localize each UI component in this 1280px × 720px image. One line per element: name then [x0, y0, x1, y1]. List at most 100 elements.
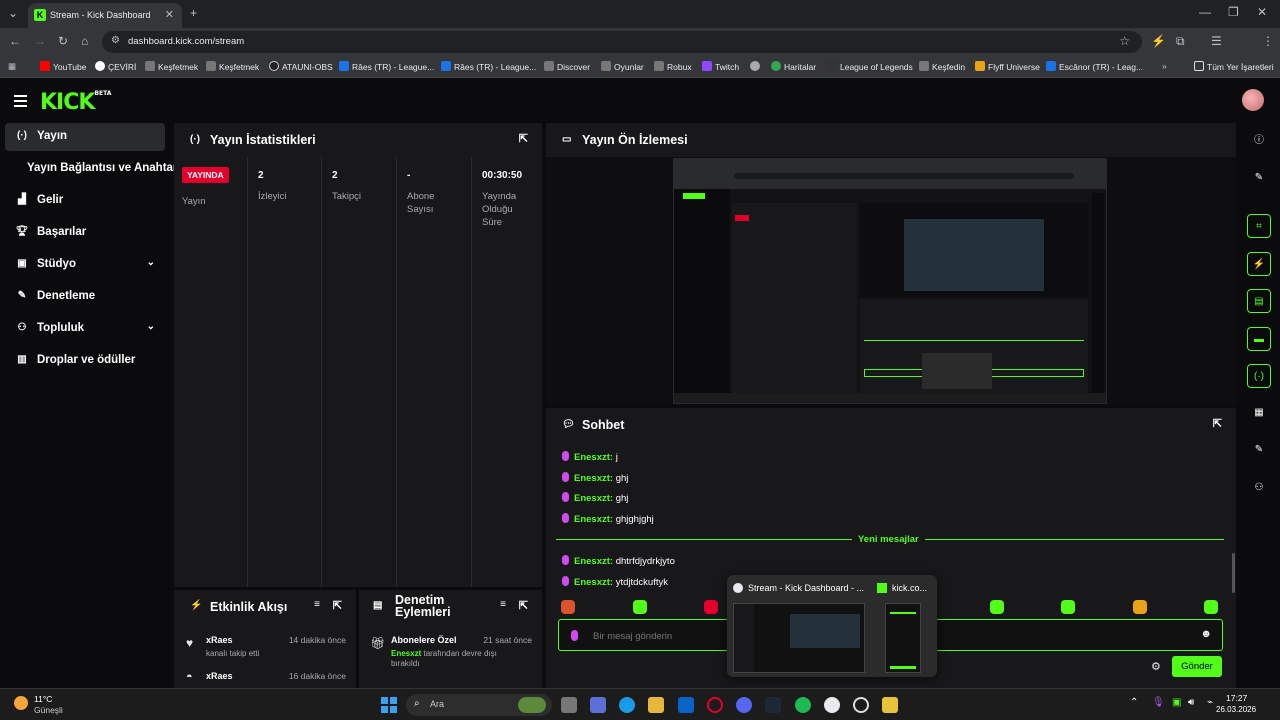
- weather-sun-icon[interactable]: [14, 696, 28, 710]
- broadcast-icon[interactable]: (·): [1247, 364, 1271, 388]
- sidebar-item-yayin[interactable]: (·) Yayın: [5, 123, 165, 151]
- new-tab-icon[interactable]: +: [190, 6, 197, 20]
- chat-message: Enesxzt: dhtrfdjydrkjyto: [562, 555, 675, 567]
- bookmark-item[interactable]: Twitch: [702, 61, 739, 72]
- bookmark-item[interactable]: YouTube: [40, 61, 86, 72]
- taskbar-search[interactable]: ⌕ Ara: [406, 694, 552, 716]
- emote-icon[interactable]: [990, 600, 1004, 614]
- spotify-icon[interactable]: [795, 697, 811, 713]
- browser-tab[interactable]: K Stream - Kick Dashboard ✕: [28, 3, 182, 28]
- app-icon[interactable]: [590, 697, 606, 713]
- bookmark-item[interactable]: ÇEVİRİ: [95, 61, 136, 72]
- bookmark-item[interactable]: Râes (TR) - League...: [339, 61, 434, 72]
- emoji-picker-icon[interactable]: ☻: [1200, 628, 1212, 640]
- bookmark-item[interactable]: Oyunlar: [601, 61, 644, 72]
- filter-icon[interactable]: ≡: [500, 599, 506, 610]
- info-icon[interactable]: ⓘ: [1247, 129, 1271, 153]
- stream-preview-video[interactable]: [673, 158, 1107, 404]
- bookmark-item[interactable]: League of Legends: [827, 61, 913, 72]
- site-settings-icon[interactable]: ⚙: [111, 35, 120, 46]
- sidebar-item-droplar[interactable]: ▥ Droplar ve ödüller: [5, 347, 165, 375]
- microphone-icon[interactable]: 🎙︎: [1152, 697, 1165, 708]
- popout-icon[interactable]: ⇱: [333, 599, 342, 612]
- chevron-up-icon[interactable]: ⌃: [1130, 697, 1138, 708]
- all-bookmarks-folder[interactable]: Tüm Yer İşaretleri: [1194, 61, 1274, 72]
- bookmark-item[interactable]: Keşfetmek: [206, 61, 259, 72]
- app-icon[interactable]: [882, 697, 898, 713]
- bookmark-item[interactable]: Robux: [654, 61, 692, 72]
- popout-icon[interactable]: ⇱: [1213, 417, 1222, 430]
- volume-icon[interactable]: 🔊︎: [1188, 697, 1194, 708]
- bookmark-star-icon[interactable]: ☆: [1119, 34, 1130, 48]
- kick-logo[interactable]: KICKBETA: [40, 90, 111, 115]
- bookmark-item[interactable]: Discover: [544, 61, 590, 72]
- window-thumbnail[interactable]: [885, 603, 921, 673]
- lightning-icon[interactable]: ⚡: [1247, 252, 1271, 276]
- discord-icon[interactable]: [736, 697, 752, 713]
- bookmark-item[interactable]: Keşfetmek: [145, 61, 198, 72]
- document-icon[interactable]: ▤: [1247, 289, 1271, 313]
- network-icon[interactable]: ⌁: [1207, 697, 1213, 708]
- bookmark-item[interactable]: Râes (TR) - League...: [441, 61, 536, 72]
- reading-list-icon[interactable]: ☰: [1211, 34, 1222, 48]
- steam-icon[interactable]: [765, 697, 781, 713]
- emote-icon[interactable]: [1133, 600, 1147, 614]
- file-explorer-icon[interactable]: [648, 697, 664, 713]
- extensions-puzzle-icon[interactable]: ⧉: [1176, 34, 1185, 49]
- bookmark-item[interactable]: Flyff Universe: [975, 61, 1040, 72]
- extension-icon[interactable]: ⚡: [1151, 34, 1166, 48]
- bookmark-item[interactable]: Escânor (TR) - Leag...: [1046, 61, 1143, 72]
- filter-icon[interactable]: ≡: [314, 599, 320, 610]
- edit-icon[interactable]: ✎: [1247, 166, 1271, 190]
- popout-icon[interactable]: ⇱: [519, 599, 528, 612]
- home-icon[interactable]: ⌂: [81, 34, 88, 48]
- windows-start-icon[interactable]: [381, 697, 397, 713]
- emote-icon[interactable]: [633, 600, 647, 614]
- chat-settings-gear-icon[interactable]: ⚙: [1151, 660, 1161, 673]
- outlook-icon[interactable]: [678, 697, 694, 713]
- bookmark-item[interactable]: [750, 61, 763, 72]
- emote-icon[interactable]: [1204, 600, 1218, 614]
- chat-scrollbar[interactable]: [1232, 553, 1235, 593]
- emote-icon[interactable]: [704, 600, 718, 614]
- window-thumbnail[interactable]: [733, 603, 865, 673]
- sidebar-item-stream-key[interactable]: Yayın Bağlantısı ve Anahtarı: [5, 155, 181, 183]
- send-button[interactable]: Gönder: [1172, 656, 1222, 677]
- emote-icon[interactable]: [1061, 600, 1075, 614]
- sidebar-item-topluluk[interactable]: ⚇ Topluluk ⌄: [5, 315, 165, 343]
- sidebar-item-denetleme[interactable]: ✎ Denetleme: [5, 283, 165, 311]
- bookmark-item[interactable]: Haritalar: [771, 61, 816, 72]
- users-icon[interactable]: ⚇: [1247, 476, 1271, 500]
- close-window-icon[interactable]: ✕: [1257, 5, 1267, 19]
- popout-icon[interactable]: ⇱: [519, 132, 528, 145]
- edge-icon[interactable]: [619, 697, 635, 713]
- opera-icon[interactable]: [707, 697, 723, 713]
- bookmark-item[interactable]: Keşfedin: [919, 61, 965, 72]
- layers-icon[interactable]: ▦: [1247, 401, 1271, 425]
- tray-app-icon[interactable]: ▣: [1172, 697, 1181, 708]
- obs-icon[interactable]: [853, 697, 869, 713]
- sidebar-item-gelir[interactable]: ▟ Gelir: [5, 187, 165, 215]
- menu-icon[interactable]: [14, 95, 27, 110]
- reload-icon[interactable]: ↻: [58, 34, 68, 48]
- browser-menu-icon[interactable]: ⋮: [1262, 34, 1274, 48]
- bookmark-item[interactable]: ATAUNI-OBS: [269, 61, 333, 72]
- forward-icon[interactable]: →: [34, 34, 46, 48]
- apps-grid-icon[interactable]: ▦: [8, 61, 16, 72]
- wrench-icon[interactable]: ✎: [1247, 438, 1271, 462]
- sidebar-item-basarilar[interactable]: 🏆︎ Başarılar: [5, 219, 165, 247]
- close-tab-icon[interactable]: ✕: [165, 8, 174, 21]
- more-bookmarks-icon[interactable]: »: [1162, 61, 1167, 71]
- tab-list-icon[interactable]: ⌄: [8, 6, 18, 20]
- minimize-icon[interactable]: —: [1199, 5, 1211, 19]
- emote-icon[interactable]: [561, 600, 575, 614]
- chrome-icon[interactable]: [824, 697, 840, 713]
- omnibox[interactable]: ⚙ dashboard.kick.com/stream ☆: [102, 31, 1142, 53]
- screen-capture-icon[interactable]: ⌗: [1247, 214, 1271, 238]
- maximize-icon[interactable]: ❐: [1228, 5, 1239, 19]
- task-view-icon[interactable]: [561, 697, 577, 713]
- user-avatar[interactable]: [1242, 89, 1264, 111]
- sidebar-item-studyo[interactable]: ▣ Stüdyo ⌄: [5, 251, 165, 279]
- chat-bubble-icon[interactable]: ▬: [1247, 327, 1271, 351]
- back-icon[interactable]: ←: [9, 34, 21, 48]
